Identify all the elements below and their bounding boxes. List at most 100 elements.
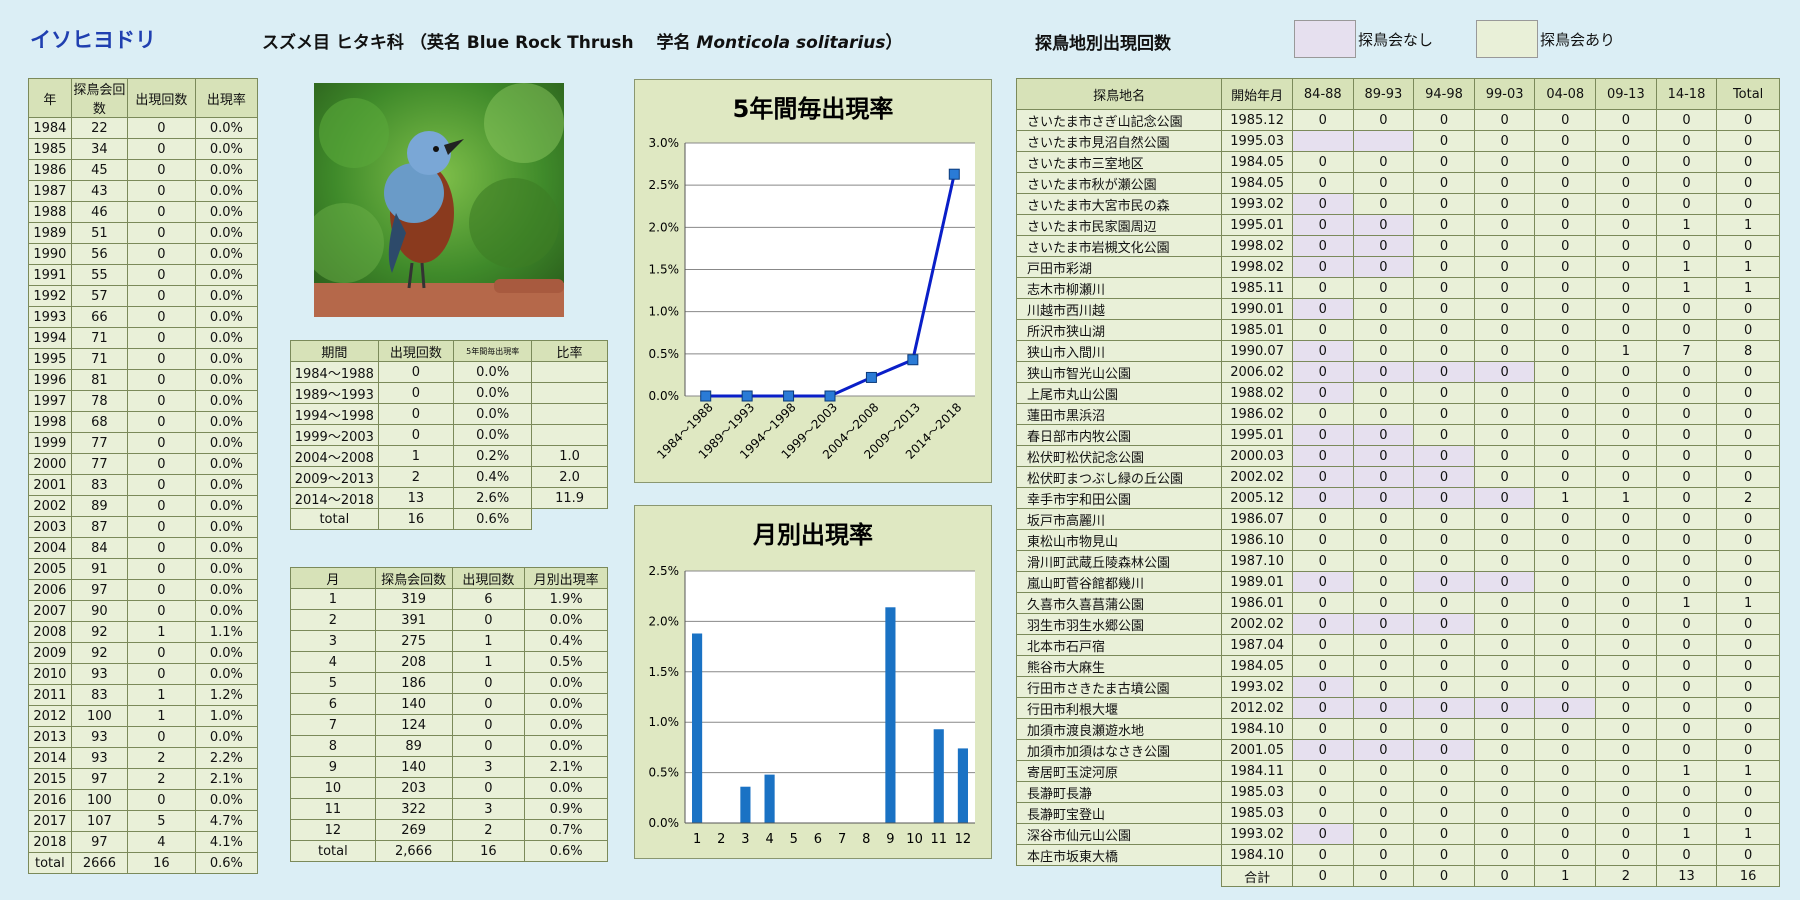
site-name: 加須市加須はなさき公園	[1015, 739, 1223, 761]
table-cell: 1998	[28, 411, 72, 433]
bar	[933, 729, 944, 823]
total-cell: 0	[1292, 865, 1354, 887]
table-cell: 100	[70, 789, 129, 811]
table-cell: 34	[70, 138, 129, 160]
count-cell: 0	[1292, 193, 1354, 215]
table-row: 本庄市坂東大橋 1984.10 0 0 0 0 0 0 0 0	[1015, 844, 1780, 866]
count-cell: 0	[1655, 781, 1718, 803]
table-row: さいたま市さぎ山記念公園 1985.12 0 0 0 0 0 0 0 0	[1015, 109, 1780, 131]
table-cell: 2.1%	[524, 756, 608, 778]
count-cell: 0	[1595, 424, 1657, 446]
bar	[764, 774, 775, 823]
count-cell: 0	[1292, 802, 1354, 824]
table-cell: 0.0%	[194, 495, 259, 517]
count-cell: 0	[1292, 529, 1354, 551]
table-cell: 124	[374, 714, 453, 736]
count-cell: 0	[1413, 193, 1475, 215]
site-name: さいたま市見沼自然公園	[1015, 130, 1223, 152]
count-cell: 0	[1352, 550, 1415, 572]
count-cell: 0	[1473, 214, 1536, 236]
table-row: 1 319 6 1.9%	[290, 588, 608, 610]
column-header: 月別出現率	[524, 567, 608, 589]
column-header: 比率	[531, 340, 608, 362]
column-header: 14-18	[1655, 78, 1718, 110]
table-cell: 0.6%	[453, 508, 533, 530]
count-cell: 0	[1413, 109, 1475, 131]
table-cell: 0.0%	[194, 306, 259, 328]
table-cell: 1999	[28, 432, 72, 454]
table-row: 1986 45 0 0.0%	[28, 159, 259, 181]
start-date: 1990.07	[1221, 340, 1293, 362]
count-cell: 0	[1352, 151, 1415, 173]
table-cell: 140	[374, 756, 453, 778]
count-cell: 0	[1352, 298, 1415, 320]
table-row: total 2666 16 0.6%	[28, 852, 259, 874]
start-date: 1984.05	[1221, 655, 1293, 677]
count-cell: 0	[1413, 445, 1475, 467]
table-row: 7 124 0 0.0%	[290, 714, 608, 736]
site-name: 松伏町まつぶし緑の丘公園	[1015, 466, 1223, 488]
site-name: 羽生市羽生水郷公園	[1015, 613, 1223, 635]
count-cell: 0	[1292, 235, 1354, 257]
y-tick-label: 0.0%	[649, 816, 680, 830]
y-tick-label: 1.5%	[649, 263, 680, 277]
count-cell: 0	[1655, 130, 1718, 152]
table-cell: 2007	[28, 600, 72, 622]
site-table: 探鳥地名 開始年月 84-88 89-93 94-98 99-03 04-08 09-13 14…	[1015, 78, 1780, 887]
table-row: 熊谷市大麻生 1984.05 0 0 0 0 0 0 0 0	[1015, 655, 1780, 677]
table-cell: 2004～2008	[290, 445, 379, 467]
site-name: さいたま市さぎ山記念公園	[1015, 109, 1223, 131]
header-row: 期間 出現回数 5年間毎出現率 比率	[290, 340, 608, 362]
table-cell: 0	[127, 243, 196, 265]
count-cell: 0	[1595, 319, 1657, 341]
table-row: 1984 22 0 0.0%	[28, 117, 259, 139]
count-cell: 0	[1534, 319, 1597, 341]
bar	[957, 748, 968, 823]
count-cell: 0	[1352, 697, 1415, 719]
count-cell: 0	[1716, 130, 1780, 152]
start-date: 1984.10	[1221, 844, 1293, 866]
count-cell: 0	[1352, 424, 1415, 446]
count-cell: 1	[1534, 487, 1597, 509]
table-row: 1993 66 0 0.0%	[28, 306, 259, 328]
count-cell: 0	[1352, 277, 1415, 299]
table-cell: 2018	[28, 831, 72, 853]
count-cell: 1	[1716, 592, 1780, 614]
data-point	[865, 371, 877, 383]
count-cell: 1	[1655, 823, 1718, 845]
x-tick-label: 8	[862, 832, 870, 847]
total-cell: 1	[1534, 865, 1597, 887]
column-header: 出現回数	[127, 78, 196, 118]
table-cell: 0	[451, 735, 526, 757]
column-header: 出現率	[194, 78, 259, 118]
start-date: 1986.01	[1221, 592, 1293, 614]
table-cell: 6	[451, 588, 526, 610]
table-row: 1999 77 0 0.0%	[28, 432, 259, 454]
table-cell: 0.0%	[194, 537, 259, 559]
count-cell: 0	[1292, 109, 1354, 131]
start-date: 1986.10	[1221, 529, 1293, 551]
table-cell: 0.0%	[194, 600, 259, 622]
start-date: 1985.03	[1221, 802, 1293, 824]
count-cell: 0	[1534, 277, 1597, 299]
table-cell: 2000	[28, 453, 72, 475]
count-cell: 1	[1595, 487, 1657, 509]
start-date: 2001.05	[1221, 739, 1293, 761]
count-cell: 0	[1352, 508, 1415, 530]
table-cell: 1994	[28, 327, 72, 349]
count-cell: 8	[1716, 340, 1780, 362]
count-cell: 0	[1716, 466, 1780, 488]
count-cell: 0	[1413, 613, 1475, 635]
table-cell: 1	[127, 684, 196, 706]
table-cell: 208	[374, 651, 453, 673]
table-cell: 13	[377, 487, 455, 509]
table-row: 1991 55 0 0.0%	[28, 264, 259, 286]
table-cell: total	[28, 852, 72, 874]
table-cell: 0	[127, 348, 196, 370]
table-row: 行田市さきたま古墳公園 1993.02 0 0 0 0 0 0 0 0	[1015, 676, 1780, 698]
table-cell: 0.0%	[194, 222, 259, 244]
count-cell: 0	[1655, 529, 1718, 551]
table-cell: 0.0%	[194, 285, 259, 307]
count-cell: 0	[1473, 151, 1536, 173]
table-cell: 56	[70, 243, 129, 265]
